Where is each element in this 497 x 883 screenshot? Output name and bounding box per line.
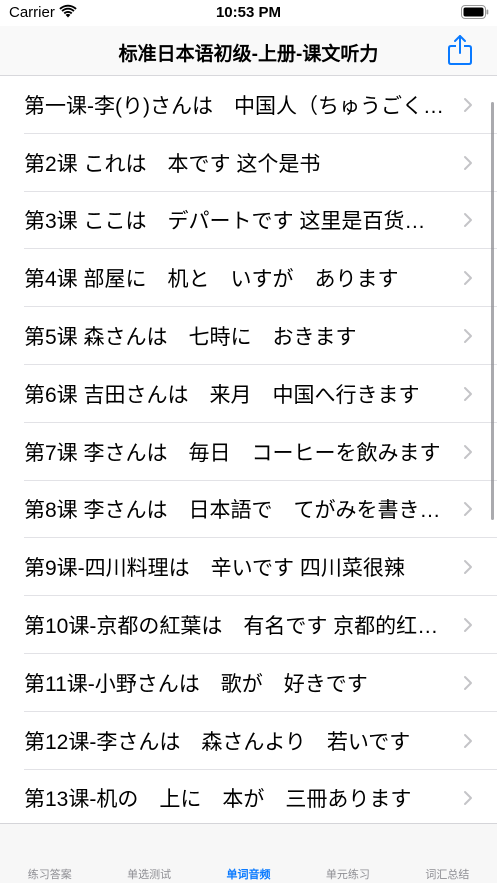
lesson-title: 第8课 李さんは 日本語で てがみを書きます [24, 499, 444, 523]
battery-icon [461, 5, 489, 19]
chevron-right-icon [464, 791, 472, 806]
list-item[interactable]: 第11课-小野さんは 歌が 好きです [0, 654, 497, 712]
lesson-title: 第12课-李さんは 森さんより 若いです [24, 730, 411, 754]
list-item[interactable]: 第10课-京都の紅葉は 有名です 京都的红叶很有名 [0, 596, 497, 654]
tab-label: 单元练习 [325, 869, 370, 881]
chevron-right-icon [464, 271, 472, 286]
list-item[interactable]: 第3课 ここは デパートです 这里是百货商店 [0, 192, 497, 250]
chevron-right-icon [464, 155, 472, 170]
lesson-title: 第7课 李さんは 毎日 コーヒーを飲みます [24, 441, 441, 465]
chevron-right-icon [464, 733, 472, 748]
tab-1[interactable]: 单选测试 [99, 824, 198, 883]
list-item[interactable]: 第12课-李さんは 森さんより 若いです [0, 712, 497, 770]
tab-label: 单选测试 [127, 869, 172, 881]
list-item[interactable]: 第13课-机の 上に 本が 三冊あります [0, 770, 497, 823]
lesson-title: 第3课 ここは デパートです 这里是百货商店 [24, 210, 444, 234]
list-item[interactable]: 第2课 これは 本です 这个是书 [0, 134, 497, 192]
chevron-right-icon [464, 213, 472, 228]
chevron-right-icon [464, 386, 472, 401]
tab-2[interactable]: 单词音频 [199, 824, 298, 883]
lesson-title: 第11课-小野さんは 歌が 好きです [24, 672, 368, 696]
lesson-title: 第6课 吉田さんは 来月 中国へ行きます [24, 383, 420, 407]
list-item[interactable]: 第5课 森さんは 七時に おきます [0, 307, 497, 365]
tab-3[interactable]: 单元练习 [298, 824, 397, 883]
status-bar: Carrier 10:53 PM [0, 0, 497, 26]
chevron-right-icon [464, 97, 472, 112]
tab-label: 词汇总结 [425, 869, 470, 881]
chevron-right-icon [464, 675, 472, 690]
list-item[interactable]: 第6课 吉田さんは 来月 中国へ行きます [0, 365, 497, 423]
tab-bar: 练习答案 单选测试 单词音频 单元练习 词汇总结 [0, 823, 497, 883]
lesson-title: 第9课-四川料理は 辛いです 四川菜很辣 [24, 557, 405, 581]
chevron-right-icon [464, 560, 472, 575]
chevron-right-icon [464, 329, 472, 344]
tab-label: 练习答案 [27, 869, 72, 881]
list-item[interactable]: 第8课 李さんは 日本語で てがみを書きます [0, 481, 497, 539]
lesson-title: 第2课 これは 本です 这个是书 [24, 152, 321, 176]
share-icon[interactable] [447, 34, 473, 66]
list-item[interactable]: 第9课-四川料理は 辛いです 四川菜很辣 [0, 538, 497, 596]
lesson-title: 第13课-机の 上に 本が 三冊あります [24, 788, 412, 812]
chevron-right-icon [464, 444, 472, 459]
tab-0[interactable]: 练习答案 [0, 824, 99, 883]
tab-4[interactable]: 词汇总结 [398, 824, 497, 883]
page-title: 标准日本语初级-上册-课文听力 [118, 44, 379, 65]
chevron-right-icon [464, 502, 472, 517]
list-item[interactable]: 第7课 李さんは 毎日 コーヒーを飲みます [0, 423, 497, 481]
lesson-title: 第4课 部屋に 机と いすが あります [24, 268, 399, 292]
chevron-right-icon [464, 618, 472, 633]
list-item[interactable]: 第一课-李(り)さんは 中国人（ちゅうごくじん）です [0, 76, 497, 134]
scrollbar[interactable] [491, 102, 494, 520]
lesson-title: 第5课 森さんは 七時に おきます [24, 326, 357, 350]
tab-label: 单词音频 [226, 869, 271, 881]
navigation-bar: 标准日本语初级-上册-课文听力 [0, 26, 497, 76]
status-time: 10:53 PM [215, 4, 282, 21]
lesson-list[interactable]: 第一课-李(り)さんは 中国人（ちゅうごくじん）です第2课 これは 本です 这个… [0, 76, 497, 823]
lesson-title: 第一课-李(り)さんは 中国人（ちゅうごくじん）です [24, 94, 444, 118]
list-item[interactable]: 第4课 部屋に 机と いすが あります [0, 249, 497, 307]
lesson-title: 第10课-京都の紅葉は 有名です 京都的红叶很有名 [24, 615, 444, 639]
